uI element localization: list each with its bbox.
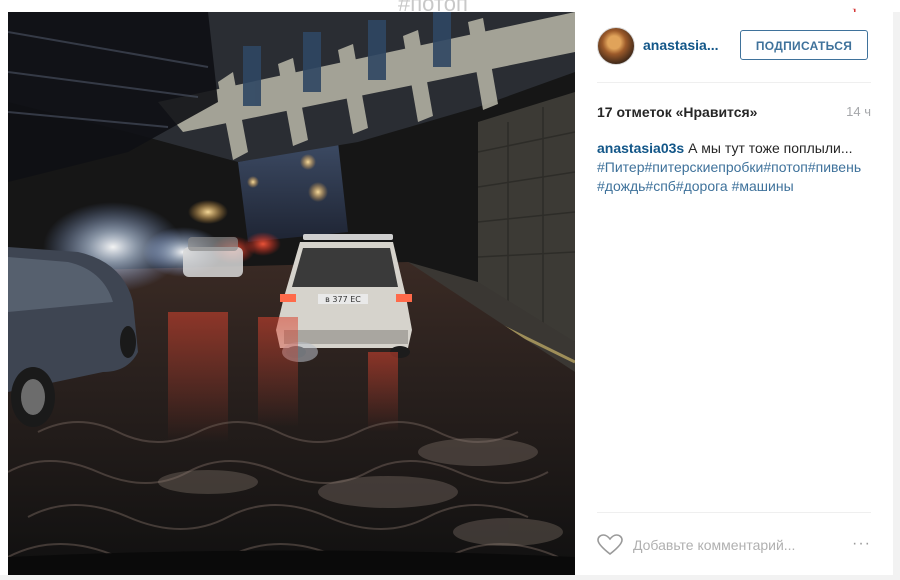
post-time[interactable]: 14 ч [846,104,871,119]
hashtag-link[interactable]: #потоп [763,159,807,175]
ghost-hashtag: #потоп [398,0,468,12]
follow-button[interactable]: ПОДПИСАТЬСЯ [740,30,868,60]
hashtag-link[interactable]: #машины [728,178,794,194]
header-divider [597,82,871,83]
comment-bar: ··· [597,522,871,568]
top-strip: #потоп [0,0,900,12]
svg-text:в 377 ЕС: в 377 ЕС [325,295,361,304]
caption-text: А мы тут тоже поплыли... [688,140,853,156]
hashtag-link[interactable]: #спб [645,178,675,194]
post-header: anastasia... ПОДПИСАТЬСЯ [575,12,893,82]
hashtag-list: #Питер#питерскиепробки#потоп#пивень #дож… [597,159,861,194]
hashtag-link[interactable]: #дождь [597,178,645,194]
hashtag-link[interactable]: #Питер [597,159,645,175]
right-gutter [893,12,900,580]
heart-icon[interactable] [597,534,623,556]
post-sidebar: anastasia... ПОДПИСАТЬСЯ 17 отметок «Нра… [575,12,894,575]
caption-username[interactable]: anastasia03s [597,140,684,156]
post-photo[interactable]: в 377 ЕС [8,12,575,575]
author-username[interactable]: anastasia... [643,37,719,53]
likes-count[interactable]: 17 отметок «Нравится» [597,104,757,120]
more-options-icon[interactable]: ··· [847,534,871,554]
hashtag-link[interactable]: #дорога [676,178,728,194]
author-avatar[interactable] [597,27,635,65]
post-caption: anastasia03s А мы тут тоже поплыли... #П… [597,139,873,196]
comment-divider [597,512,871,513]
flooded-street-photo: в 377 ЕС [8,12,575,575]
hashtag-link[interactable]: #питерскиепробки [645,159,764,175]
comment-input[interactable] [633,535,823,555]
bottom-gutter [0,575,900,580]
hashtag-link[interactable]: #пивень [808,159,861,175]
